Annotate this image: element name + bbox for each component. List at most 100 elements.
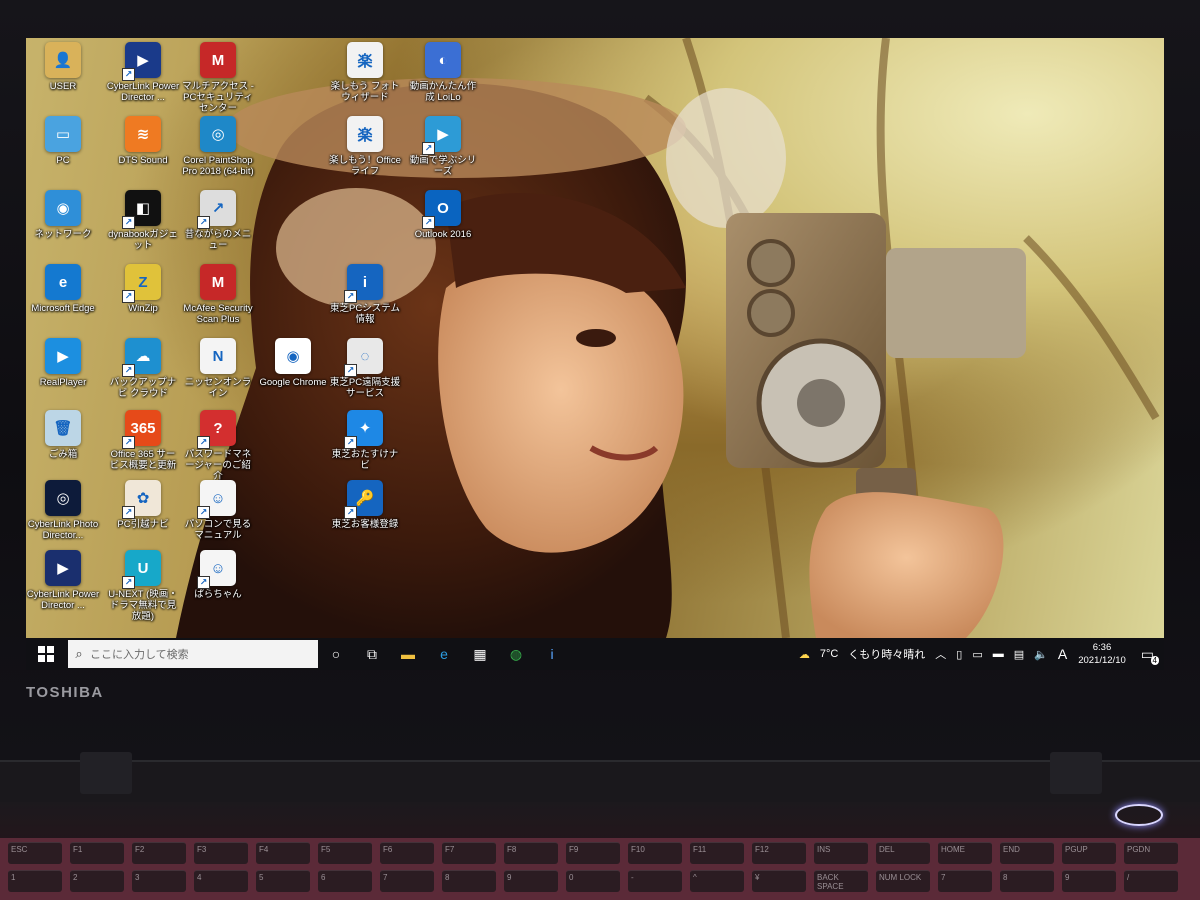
desktop-icon-label: McAfee Security Scan Plus bbox=[183, 303, 253, 325]
keyboard-key[interactable]: 2 bbox=[70, 870, 124, 892]
keyboard-key[interactable]: DEL bbox=[876, 842, 930, 864]
desktop-icon[interactable]: ? ↗ パスワードマネージャーのご紹介 bbox=[181, 410, 255, 482]
desktop-icon[interactable]: ◉ Google Chrome bbox=[256, 338, 330, 388]
keyboard-key[interactable]: PGDN bbox=[1124, 842, 1178, 864]
battery-icon[interactable]: ▬ bbox=[993, 648, 1004, 660]
desktop-icon[interactable]: ▶ ↗ CyberLink PowerDirector ... bbox=[106, 42, 180, 103]
mcafee-icon: M bbox=[200, 42, 236, 78]
keyboard-key[interactable]: / bbox=[1124, 870, 1178, 892]
clock[interactable]: 6:36 2021/12/10 bbox=[1078, 641, 1126, 667]
desktop-icon[interactable]: N ニッセンオンライン bbox=[181, 338, 255, 399]
app-taskbar-icon[interactable]: ◍ bbox=[498, 638, 534, 670]
weather-temp[interactable]: 7°C bbox=[820, 648, 838, 660]
keyboard-key[interactable]: F6 bbox=[380, 842, 434, 864]
keyboard-key[interactable]: 8 bbox=[442, 870, 496, 892]
desktop-icon[interactable]: ≋ DTS Sound bbox=[106, 116, 180, 166]
keyboard-key[interactable]: NUM LOCK bbox=[876, 870, 930, 892]
keyboard-key[interactable]: 9 bbox=[1062, 870, 1116, 892]
keyboard-key[interactable]: INS bbox=[814, 842, 868, 864]
info-taskbar-icon[interactable]: i bbox=[534, 638, 570, 670]
cortana-icon[interactable]: ○ bbox=[318, 638, 354, 670]
desktop-icon[interactable]: ◧ ↗ dynabookガジェット bbox=[106, 190, 180, 251]
keyboard-key[interactable]: 7 bbox=[380, 870, 434, 892]
keyboard-key[interactable]: 3 bbox=[132, 870, 186, 892]
keyboard-key[interactable]: ESC bbox=[8, 842, 62, 864]
keyboard-key[interactable]: F1 bbox=[70, 842, 124, 864]
keyboard-key[interactable]: 4 bbox=[194, 870, 248, 892]
desktop-icon[interactable]: 楽楽しもう フォトウィザード bbox=[328, 42, 402, 103]
desktop-icon[interactable]: ◌ ↗ 東芝PC遠隔支援サービス bbox=[328, 338, 402, 399]
keyboard-key[interactable]: F9 bbox=[566, 842, 620, 864]
keyboard-key[interactable]: F10 bbox=[628, 842, 682, 864]
desktop-icon[interactable]: ◎ Corel PaintShop Pro 2018 (64-bit) bbox=[181, 116, 255, 177]
desktop-icon[interactable]: 🔑 ↗ 東芝お客様登録 bbox=[328, 480, 402, 530]
desktop-icon[interactable]: ☁ ↗ バックアップナビ クラウド bbox=[106, 338, 180, 399]
keyboard-key[interactable]: 8 bbox=[1000, 870, 1054, 892]
keyboard-key[interactable]: ^ bbox=[690, 870, 744, 892]
desktop-icon[interactable]: ▶ CyberLink PowerDirector ... bbox=[26, 550, 100, 611]
desktop-icon[interactable]: 👤 USER bbox=[26, 42, 100, 92]
desktop-icon[interactable]: ↗ ↗ 昔ながらのメニュー bbox=[181, 190, 255, 251]
chevron-up-icon[interactable]: ︿ bbox=[935, 646, 946, 662]
keyboard-key[interactable]: F8 bbox=[504, 842, 558, 864]
start-button[interactable] bbox=[26, 638, 66, 670]
desktop-icon[interactable]: i ↗ 東芝PCシステム情報 bbox=[328, 264, 402, 325]
desktop-icon[interactable]: U ↗ U-NEXT (映画・ドラマ無料で見放題) bbox=[106, 550, 180, 622]
desktop-icon[interactable]: ◎ CyberLink PhotoDirector... bbox=[26, 480, 100, 541]
device-icon[interactable]: ▯ bbox=[956, 648, 962, 661]
keyboard-key[interactable]: F4 bbox=[256, 842, 310, 864]
keyboard-key[interactable]: END bbox=[1000, 842, 1054, 864]
weather-text[interactable]: くもり時々晴れ bbox=[848, 646, 925, 662]
desktop-icon[interactable]: ✦ ↗ 東芝おたすけナビ bbox=[328, 410, 402, 471]
keyboard-key[interactable]: 1 bbox=[8, 870, 62, 892]
keyboard-key[interactable]: F12 bbox=[752, 842, 806, 864]
desktop-icon[interactable]: Z ↗ WinZip bbox=[106, 264, 180, 314]
keyboard-key[interactable]: PGUP bbox=[1062, 842, 1116, 864]
keyboard-key[interactable]: BACK SPACE bbox=[814, 870, 868, 892]
desktop-icon[interactable]: ☺ ↗ パソコンで見るマニュアル bbox=[181, 480, 255, 541]
power-button[interactable] bbox=[1115, 804, 1163, 826]
weather-icon[interactable]: ☁ bbox=[799, 648, 810, 661]
desktop-icon-label: マルチアクセス - PCセキュリティセンター bbox=[182, 81, 254, 114]
display-icon[interactable]: ▭ bbox=[972, 648, 982, 661]
desktop-icon[interactable]: ✿ ↗ PC引越ナビ bbox=[106, 480, 180, 530]
keyboard-key[interactable]: F3 bbox=[194, 842, 248, 864]
taskbar-search-box[interactable]: ⌕ ここに入力して検索 bbox=[68, 640, 318, 668]
desktop-icon[interactable]: ◐ 動画かんたん作成 LoiLo bbox=[406, 42, 480, 103]
keyboard-key[interactable]: HOME bbox=[938, 842, 992, 864]
shortcut-arrow-icon: ↗ bbox=[344, 436, 357, 449]
keyboard-key[interactable]: - bbox=[628, 870, 682, 892]
file-explorer-icon[interactable]: ▬ bbox=[390, 638, 426, 670]
desktop-icon[interactable]: ◉ ネットワーク bbox=[26, 190, 100, 240]
desktop-icon[interactable]: ▶ RealPlayer bbox=[26, 338, 100, 388]
keyboard-key[interactable]: 0 bbox=[566, 870, 620, 892]
keyboard-key[interactable]: F7 bbox=[442, 842, 496, 864]
desktop-icon-label: ぱらちゃん bbox=[194, 589, 242, 600]
desktop-icon[interactable]: ▶ ↗ 動画で学ぶシリーズ bbox=[406, 116, 480, 177]
task-view-icon[interactable]: ⧉ bbox=[354, 638, 390, 670]
keyboard-key[interactable]: ¥ bbox=[752, 870, 806, 892]
volume-icon[interactable]: 🔈 bbox=[1034, 648, 1048, 661]
ime-mode[interactable]: A bbox=[1058, 646, 1067, 662]
remote-support-icon: ◌ ↗ bbox=[344, 338, 383, 377]
notification-center-icon[interactable]: ▭ 4 bbox=[1141, 646, 1159, 665]
keyboard-key[interactable]: 7 bbox=[938, 870, 992, 892]
keyboard-key[interactable]: F2 bbox=[132, 842, 186, 864]
keyboard-key[interactable]: F11 bbox=[690, 842, 744, 864]
desktop-icon[interactable]: 楽楽しもう！Officeライフ bbox=[328, 116, 402, 177]
desktop-icon[interactable]: ▭ PC bbox=[26, 116, 100, 166]
desktop-icon[interactable]: 🗑 ごみ箱 bbox=[26, 410, 100, 460]
keyboard-key[interactable]: 5 bbox=[256, 870, 310, 892]
store-icon[interactable]: ▦ bbox=[462, 638, 498, 670]
keyboard-key[interactable]: 6 bbox=[318, 870, 372, 892]
desktop-icon[interactable]: e Microsoft Edge bbox=[26, 264, 100, 314]
network-status-icon[interactable]: ▤ bbox=[1014, 648, 1024, 661]
keyboard-key[interactable]: F5 bbox=[318, 842, 372, 864]
desktop-icon[interactable]: O ↗ Outlook 2016 bbox=[406, 190, 480, 240]
desktop-icon[interactable]: M マルチアクセス - PCセキュリティセンター bbox=[181, 42, 255, 114]
desktop-icon[interactable]: 365 ↗ Office 365 サービス概要と更新 bbox=[106, 410, 180, 471]
edge-taskbar-icon[interactable]: e bbox=[426, 638, 462, 670]
desktop-icon[interactable]: ☺ ↗ ぱらちゃん bbox=[181, 550, 255, 600]
desktop-icon[interactable]: M McAfee Security Scan Plus bbox=[181, 264, 255, 325]
keyboard-key[interactable]: 9 bbox=[504, 870, 558, 892]
